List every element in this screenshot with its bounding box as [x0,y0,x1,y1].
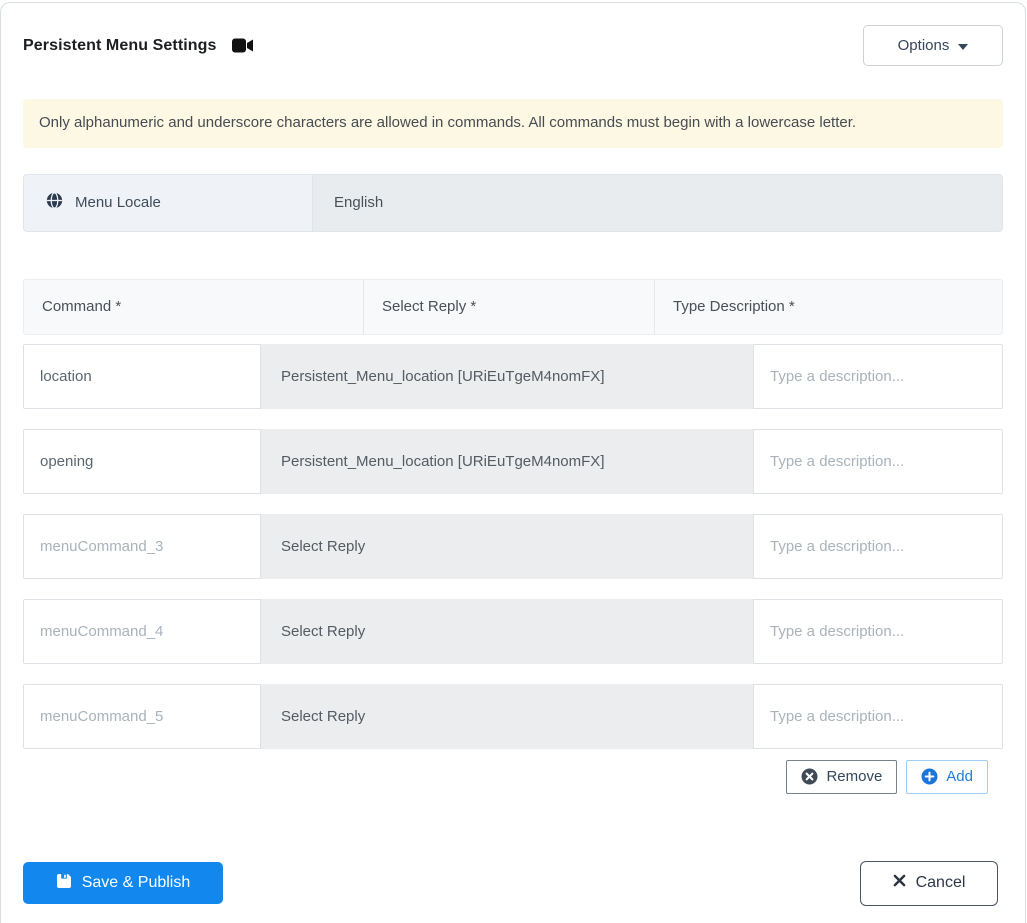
cancel-button-label: Cancel [915,874,966,891]
circle-x-icon [801,768,818,785]
x-icon [893,874,906,892]
panel-footer: Save & Publish Cancel [23,860,1003,906]
row-actions: Remove Add [23,759,1003,794]
panel-header: Persistent Menu Settings Options [23,25,1003,66]
video-camera-icon [231,38,254,53]
circle-plus-icon [921,768,938,785]
menu-locale-label: Menu Locale [23,173,313,232]
add-row-button[interactable]: Add [906,759,988,794]
command-input[interactable] [23,428,261,494]
column-header-type-description: Type Description * [673,298,795,315]
table-row: Persistent_Menu_location [URiEuTgeM4nomF… [23,343,1003,409]
caret-down-icon [958,43,969,50]
reply-select[interactable]: Persistent_Menu_location [URiEuTgeM4nomF… [261,343,753,409]
column-header-select-reply: Select Reply * [364,279,655,334]
options-button-label: Options [897,37,950,54]
command-input[interactable] [23,343,261,409]
reply-select[interactable]: Select Reply [261,513,753,579]
globe-icon [46,192,63,213]
save-publish-button[interactable]: Save & Publish [23,862,223,904]
options-button[interactable]: Options [863,25,1003,66]
description-input[interactable] [753,598,1003,664]
save-publish-label: Save & Publish [81,874,191,891]
cancel-button[interactable]: Cancel [860,860,998,906]
reply-select[interactable]: Select Reply [261,598,753,664]
command-input[interactable] [23,513,261,579]
page-title: Persistent Menu Settings [23,36,217,54]
command-input[interactable] [23,683,261,749]
description-input[interactable] [753,683,1003,749]
table-row: Select Reply [23,683,1003,749]
menu-locale-group: Menu Locale English [23,173,1003,232]
persistent-menu-settings-panel: Persistent Menu Settings Options Only al… [0,2,1026,923]
menu-locale-label-text: Menu Locale [75,194,161,211]
table-row: Select Reply [23,598,1003,664]
command-input[interactable] [23,598,261,664]
save-icon [56,873,72,894]
add-button-label: Add [946,768,973,785]
remove-button-label: Remove [826,768,883,785]
command-rules-alert: Only alphanumeric and underscore charact… [23,99,1003,148]
table-row: Select Reply [23,513,1003,579]
table-row: Persistent_Menu_location [URiEuTgeM4nomF… [23,428,1003,494]
remove-row-button[interactable]: Remove [786,759,898,794]
reply-select[interactable]: Select Reply [261,683,753,749]
description-input[interactable] [753,513,1003,579]
table-header-row: Command * Select Reply * Type Descriptio… [23,278,1003,335]
description-input[interactable] [753,343,1003,409]
column-header-command: Command * [24,279,364,334]
description-input[interactable] [753,428,1003,494]
reply-select[interactable]: Persistent_Menu_location [URiEuTgeM4nomF… [261,428,753,494]
menu-locale-value: English [313,173,1003,232]
